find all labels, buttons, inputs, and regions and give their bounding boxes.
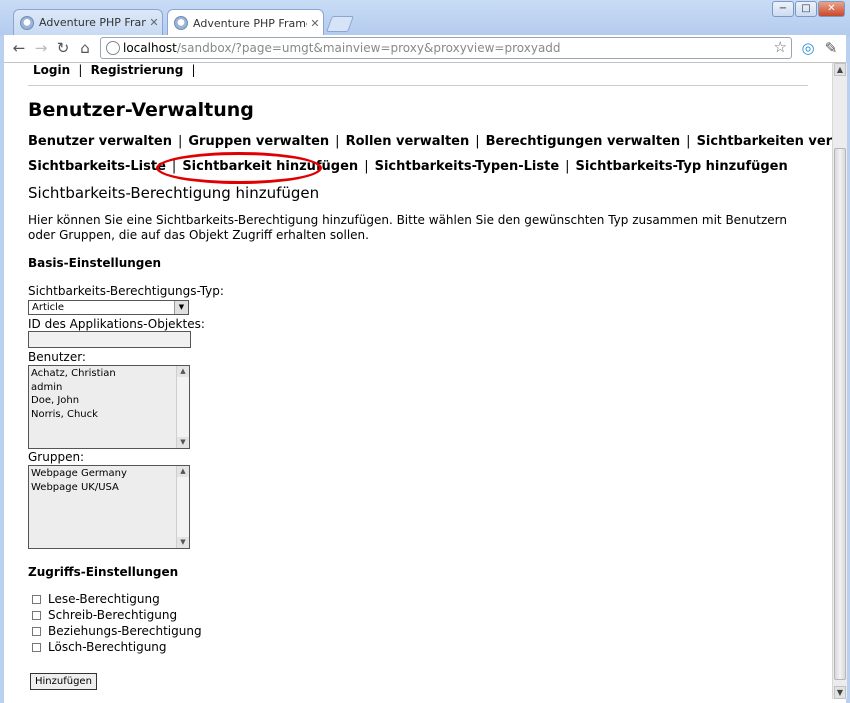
users-label: Benutzer: [28,350,86,364]
separator: | [191,63,196,77]
browser-titlebar: Adventure PHP Framework sa ✕ Adventure P… [0,0,850,36]
read-permission-checkbox[interactable]: Lese-Berechtigung [32,592,160,606]
menu-item-visibility-type-list[interactable]: Sichtbarkeits-Typen-Liste [375,159,560,174]
divider [28,85,808,86]
page-title: Benutzer-Verwaltung [28,99,254,121]
basic-settings-heading: Basis-Einstellungen [28,256,162,270]
checkbox-label: Beziehungs-Berechtigung [48,624,202,638]
list-item[interactable]: Doe, John [31,394,116,408]
separator: | [475,134,480,149]
close-window-button[interactable]: ✕ [818,1,845,17]
menu-item-add-visibility-type[interactable]: Sichtbarkeits-Typ hinzufügen [576,159,788,174]
write-permission-checkbox[interactable]: Schreib-Berechtigung [32,608,177,622]
scroll-up-icon[interactable]: ▲ [177,366,189,377]
wrench-icon[interactable]: ✎ [822,38,840,58]
browser-tab-1[interactable]: Adventure PHP Framework sa ✕ [13,9,163,35]
list-item[interactable]: Webpage Germany [31,467,127,481]
visibility-menu-row-2: Sichtbarkeits-Liste | Sichtbarkeit hinzufü… [28,159,788,174]
checkbox-label: Schreib-Berechtigung [48,608,178,622]
scroll-down-icon[interactable]: ▼ [834,686,846,699]
new-tab-button[interactable] [326,16,354,32]
groups-listbox[interactable]: Webpage Germany Webpage UK/USA ▲ ▼ [28,465,190,549]
separator: | [78,63,83,77]
maximize-button[interactable]: □ [795,1,817,17]
type-select[interactable]: Article ▼ [28,300,189,315]
forward-arrow-icon[interactable]: → [32,38,50,58]
object-id-label: ID des Applikations-Objektes: [28,317,205,331]
browser-tab-2[interactable]: Adventure PHP Framework sa ✕ [167,9,324,36]
separator: | [686,134,691,149]
list-item[interactable]: admin [31,381,116,395]
reload-icon[interactable]: ↻ [54,38,72,58]
separator: | [565,159,570,174]
url-text[interactable]: localhost/sandbox/?page=umgt&mainview=pr… [123,41,561,55]
checkbox[interactable] [32,626,41,636]
relation-permission-checkbox[interactable]: Beziehungs-Berechtigung [32,624,202,638]
scroll-down-icon[interactable]: ▼ [177,537,189,548]
chevron-down-icon[interactable]: ▼ [174,301,188,314]
separator: | [364,159,369,174]
home-icon[interactable]: ⌂ [76,38,94,58]
list-item[interactable]: Norris, Chuck [31,408,116,422]
menu-item-permissions[interactable]: Berechtigungen verwalten [486,134,681,149]
tab-title: Adventure PHP Framework sa [39,16,146,29]
intro-text: Hier können Sie eine Sichtbarkeits-Berec… [28,213,787,242]
page-scrollbar[interactable]: ▲ ▼ [832,63,847,699]
checkbox[interactable] [32,642,41,652]
menu-item-users[interactable]: Benutzer verwalten [28,134,172,149]
menu-item-visibilities[interactable]: Sichtbarkeiten verwalten [697,134,832,149]
separator: | [335,134,340,149]
section-subtitle: Sichtbarkeits-Berechtigung hinzufügen [28,184,320,202]
tab-title: Adventure PHP Framework sa [193,16,307,30]
minimize-button[interactable]: − [772,1,794,17]
extension-icon[interactable]: ◎ [799,38,817,58]
top-navigation: Login | Registrierung | [33,63,200,77]
list-item[interactable]: Achatz, Christian [31,367,116,381]
close-icon[interactable]: ✕ [307,17,323,30]
list-item[interactable]: Webpage UK/USA [31,481,127,495]
checkbox-label: Lösch-Berechtigung [48,640,167,654]
scroll-up-icon[interactable]: ▲ [834,63,846,76]
menu-item-groups[interactable]: Gruppen verwalten [188,134,329,149]
scrollbar-thumb[interactable] [834,148,846,680]
users-listbox[interactable]: Achatz, Christian admin Doe, John Norris… [28,365,190,449]
bookmark-star-icon[interactable]: ☆ [774,38,787,56]
delete-permission-checkbox[interactable]: Lösch-Berechtigung [32,640,167,654]
access-settings-heading: Zugriffs-Einstellungen [28,565,179,579]
menu-item-roles[interactable]: Rollen verwalten [346,134,470,149]
type-label: Sichtbarkeits-Berechtigungs-Typ: [28,284,224,298]
type-select-value: Article [32,302,65,313]
scroll-down-icon[interactable]: ▼ [177,437,189,448]
globe-icon [174,16,188,30]
object-id-input[interactable] [28,331,191,348]
back-arrow-icon[interactable]: ← [10,38,28,58]
page-content: Login | Registrierung | Benutzer-Verwalt… [4,63,832,699]
management-menu-row-1: Benutzer verwalten | Gruppen verwalten | Rol… [28,134,832,149]
address-bar[interactable]: localhost/sandbox/?page=umgt&mainview=pr… [100,37,792,59]
browser-toolbar: ← → ↻ ⌂ localhost/sandbox/?page=umgt&mai… [4,35,846,63]
checkbox[interactable] [32,610,41,620]
register-link[interactable]: Registrierung [91,63,184,77]
login-link[interactable]: Login [33,63,70,77]
scroll-up-icon[interactable]: ▲ [177,466,189,477]
listbox-scrollbar[interactable]: ▲ ▼ [176,466,189,548]
listbox-scrollbar[interactable]: ▲ ▼ [176,366,189,448]
red-highlight-ellipse [156,152,322,184]
globe-icon [20,15,34,30]
menu-item-visibility-list[interactable]: Sichtbarkeits-Liste [28,159,166,174]
add-button[interactable]: Hinzufügen [30,673,97,690]
checkbox-label: Lese-Berechtigung [48,592,160,606]
groups-label: Gruppen: [28,450,85,464]
separator: | [178,134,183,149]
close-icon[interactable]: ✕ [146,16,162,29]
checkbox[interactable] [32,594,41,604]
globe-icon [106,41,120,55]
